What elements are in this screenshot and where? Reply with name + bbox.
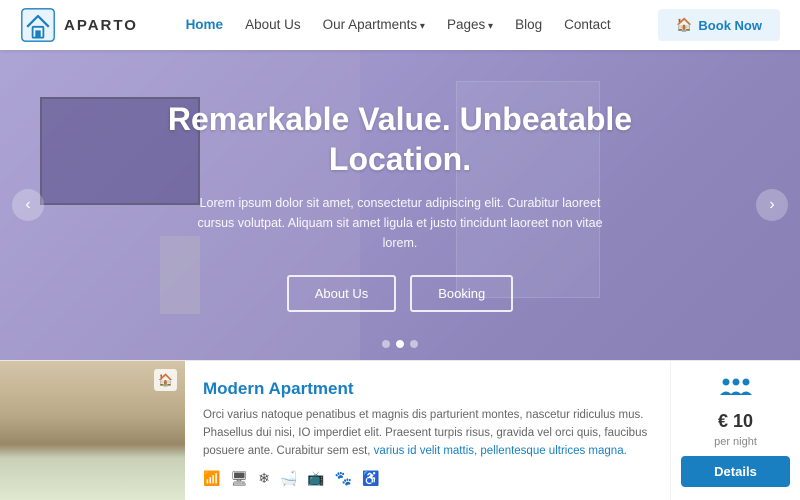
nav-link-about[interactable]: About Us: [245, 17, 301, 32]
nav-links: Home About Us Our Apartments Pages Blog …: [186, 16, 611, 34]
dot-2[interactable]: [396, 340, 404, 348]
book-now-button[interactable]: 🏠 Book Now: [658, 9, 780, 41]
apartment-amenities: 📶 🖥 ❄ 🛁 📺 🐾 ♿: [203, 470, 652, 487]
nav-item-home[interactable]: Home: [186, 16, 224, 34]
wifi-icon: 📶: [203, 470, 220, 487]
logo[interactable]: APARTO: [20, 7, 138, 43]
hero-prev-button[interactable]: ‹: [12, 189, 44, 221]
apartment-card-body: Modern Apartment Orci varius natoque pen…: [185, 361, 670, 500]
nav-link-contact[interactable]: Contact: [564, 17, 611, 32]
details-button[interactable]: Details: [681, 456, 790, 487]
logo-text: APARTO: [64, 17, 138, 34]
price-amount: € 10: [718, 411, 753, 432]
book-now-icon: 🏠: [676, 17, 692, 33]
apartment-card-description: Orci varius natoque penatibus et magnis …: [203, 407, 652, 460]
nav-link-home[interactable]: Home: [186, 17, 224, 32]
dot-1[interactable]: [382, 340, 390, 348]
hero-next-button[interactable]: ›: [756, 189, 788, 221]
hero-booking-button[interactable]: Booking: [410, 275, 513, 312]
hero-title: Remarkable Value. Unbeatable Location.: [120, 99, 680, 179]
pets-icon: 🐾: [335, 470, 352, 487]
dot-3[interactable]: [410, 340, 418, 348]
hero-subtitle: Lorem ipsum dolor sit amet, consectetur …: [190, 193, 610, 253]
nav-item-apartments[interactable]: Our Apartments: [323, 16, 425, 34]
nav-link-apartments[interactable]: Our Apartments: [323, 17, 425, 32]
accessible-icon: ♿: [362, 470, 379, 487]
nav-item-pages[interactable]: Pages: [447, 16, 493, 34]
card-image-overlay: 🏠: [154, 369, 177, 391]
nav-link-blog[interactable]: Blog: [515, 17, 542, 32]
tv-icon: 🖥: [230, 470, 248, 487]
hero-content: Remarkable Value. Unbeatable Location. L…: [0, 50, 800, 360]
apartment-card-section: 🏠 Modern Apartment Orci varius natoque p…: [0, 360, 800, 500]
apartment-price-section: € 10 per night Details: [670, 361, 800, 500]
nav-link-pages[interactable]: Pages: [447, 17, 493, 32]
people-svg: [720, 375, 752, 397]
ac-icon: ❄: [258, 470, 270, 487]
bath-icon: 🛁: [280, 470, 297, 487]
hero-about-button[interactable]: About Us: [287, 275, 396, 312]
media-icon: 📺: [307, 470, 324, 487]
navbar: APARTO Home About Us Our Apartments Page…: [0, 0, 800, 50]
book-now-label: Book Now: [698, 18, 762, 33]
apartment-card-title: Modern Apartment: [203, 379, 652, 399]
nav-item-about[interactable]: About Us: [245, 16, 301, 34]
nav-item-contact[interactable]: Contact: [564, 16, 611, 34]
card-desc-text: Orci varius natoque penatibus et magnis …: [203, 409, 647, 457]
hero-section: Remarkable Value. Unbeatable Location. L…: [0, 50, 800, 360]
logo-icon: [20, 7, 56, 43]
price-per-night: per night: [714, 436, 757, 448]
guests-icon: [720, 375, 752, 403]
apartment-card-image: 🏠: [0, 361, 185, 500]
hero-buttons: About Us Booking: [287, 275, 513, 312]
image-icon: 🏠: [158, 373, 173, 387]
card-desc-highlight: varius id velit mattis, pellentesque ult…: [374, 445, 627, 457]
nav-item-blog[interactable]: Blog: [515, 16, 542, 34]
hero-pagination: [382, 340, 418, 348]
